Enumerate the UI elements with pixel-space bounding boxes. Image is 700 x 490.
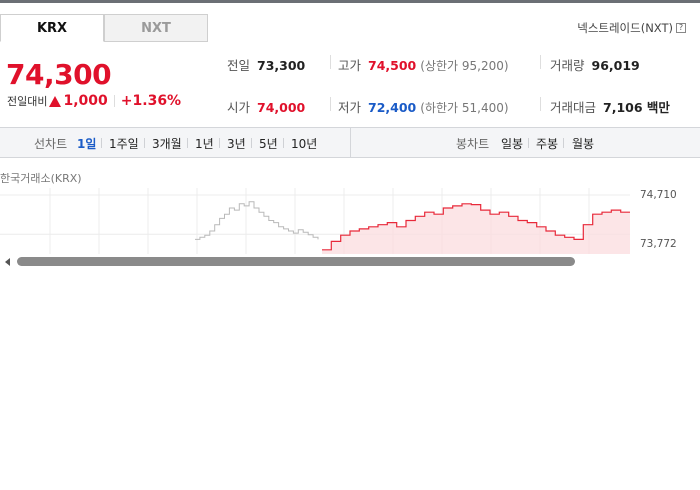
scroll-left-icon[interactable]: [5, 258, 10, 266]
stat-volume: 거래량 96,019: [550, 55, 640, 74]
stat-value: 73,300: [257, 58, 306, 73]
stat-label: 거래량: [550, 58, 585, 73]
stat-value: 74,500: [368, 58, 417, 73]
help-icon[interactable]: ?: [676, 23, 686, 33]
intraday-chart: 74,710 73,772: [0, 188, 700, 258]
period-10y[interactable]: 10년: [291, 135, 317, 152]
period-separator: [283, 138, 284, 148]
y-tick-label: 74,710: [640, 189, 677, 201]
divider: [330, 55, 331, 69]
exchange-label: 한국거래소(KRX): [0, 172, 82, 185]
period-separator: [187, 138, 188, 148]
tab-nxt[interactable]: NXT: [104, 14, 208, 42]
stat-value: 72,400: [368, 100, 417, 115]
line-chart-label: 선차트: [34, 137, 68, 151]
candle-weekly[interactable]: 주봉: [536, 135, 558, 152]
stat-trade-amount: 거래대금 7,106 백만: [550, 97, 670, 116]
stat-value: 96,019: [591, 58, 640, 73]
change-rate: +1.36%: [120, 93, 182, 109]
market-tabs: KRX NXT: [0, 14, 208, 42]
period-separator: [144, 138, 145, 148]
divider: [330, 97, 331, 111]
period-3m[interactable]: 3개월: [152, 135, 182, 152]
scrollbar-thumb[interactable]: [17, 257, 575, 266]
stat-label: 거래대금: [550, 100, 597, 115]
stat-lower-limit: (하한가 51,400): [420, 101, 509, 115]
stat-upper-limit: (상한가 95,200): [420, 59, 509, 73]
top-border: [0, 0, 700, 3]
period-1w[interactable]: 1주일: [109, 135, 139, 152]
period-5y[interactable]: 5년: [259, 135, 278, 152]
chart-period-bar: 선차트 1일 1주일 3개월 1년 3년 5년 10년 봉차트 일봉 주봉 월봉: [0, 127, 700, 158]
series-line-previous: [195, 201, 319, 240]
change-label: 전일대비: [7, 95, 48, 108]
current-price: 74,300: [6, 58, 112, 91]
stat-prev-close: 전일 73,300: [227, 55, 305, 74]
stat-label: 전일: [227, 58, 251, 73]
period-3y[interactable]: 3년: [227, 135, 246, 152]
period-separator: [563, 138, 564, 148]
up-triangle-icon: [49, 95, 62, 107]
divider: [540, 55, 541, 69]
candle-daily[interactable]: 일봉: [501, 135, 523, 152]
candle-monthly[interactable]: 월봉: [572, 135, 594, 152]
stat-value: 7,106 백만: [603, 100, 670, 115]
stat-open: 시가 74,000: [227, 97, 305, 116]
nxt-info-label: 넥스트레이드(NXT): [577, 21, 673, 35]
period-separator: [251, 138, 252, 148]
period-separator: [528, 138, 529, 148]
intraday-chart-svg: [0, 188, 630, 258]
stat-value: 74,000: [257, 100, 306, 115]
stat-high: 고가 74,500 (상한가 95,200): [338, 55, 509, 74]
period-separator: [101, 138, 102, 148]
change-divider: [113, 95, 115, 107]
candle-chart-label: 봉차트: [456, 137, 490, 151]
divider: [540, 97, 541, 111]
period-1y[interactable]: 1년: [195, 135, 214, 152]
stat-label: 시가: [227, 100, 251, 115]
change-amount: 1,000: [63, 93, 108, 109]
tab-krx[interactable]: KRX: [0, 14, 104, 42]
stat-label: 고가: [338, 58, 362, 73]
nxt-info-link[interactable]: 넥스트레이드(NXT) ?: [577, 20, 686, 36]
stat-label: 저가: [338, 100, 362, 115]
y-tick-label: 73,772: [640, 238, 677, 250]
period-divider: [350, 128, 351, 157]
period-separator: [219, 138, 220, 148]
stat-low: 저가 72,400 (하한가 51,400): [338, 97, 509, 116]
price-change: 전일대비 1,000 +1.36%: [7, 93, 181, 109]
period-1d[interactable]: 1일: [77, 135, 96, 152]
